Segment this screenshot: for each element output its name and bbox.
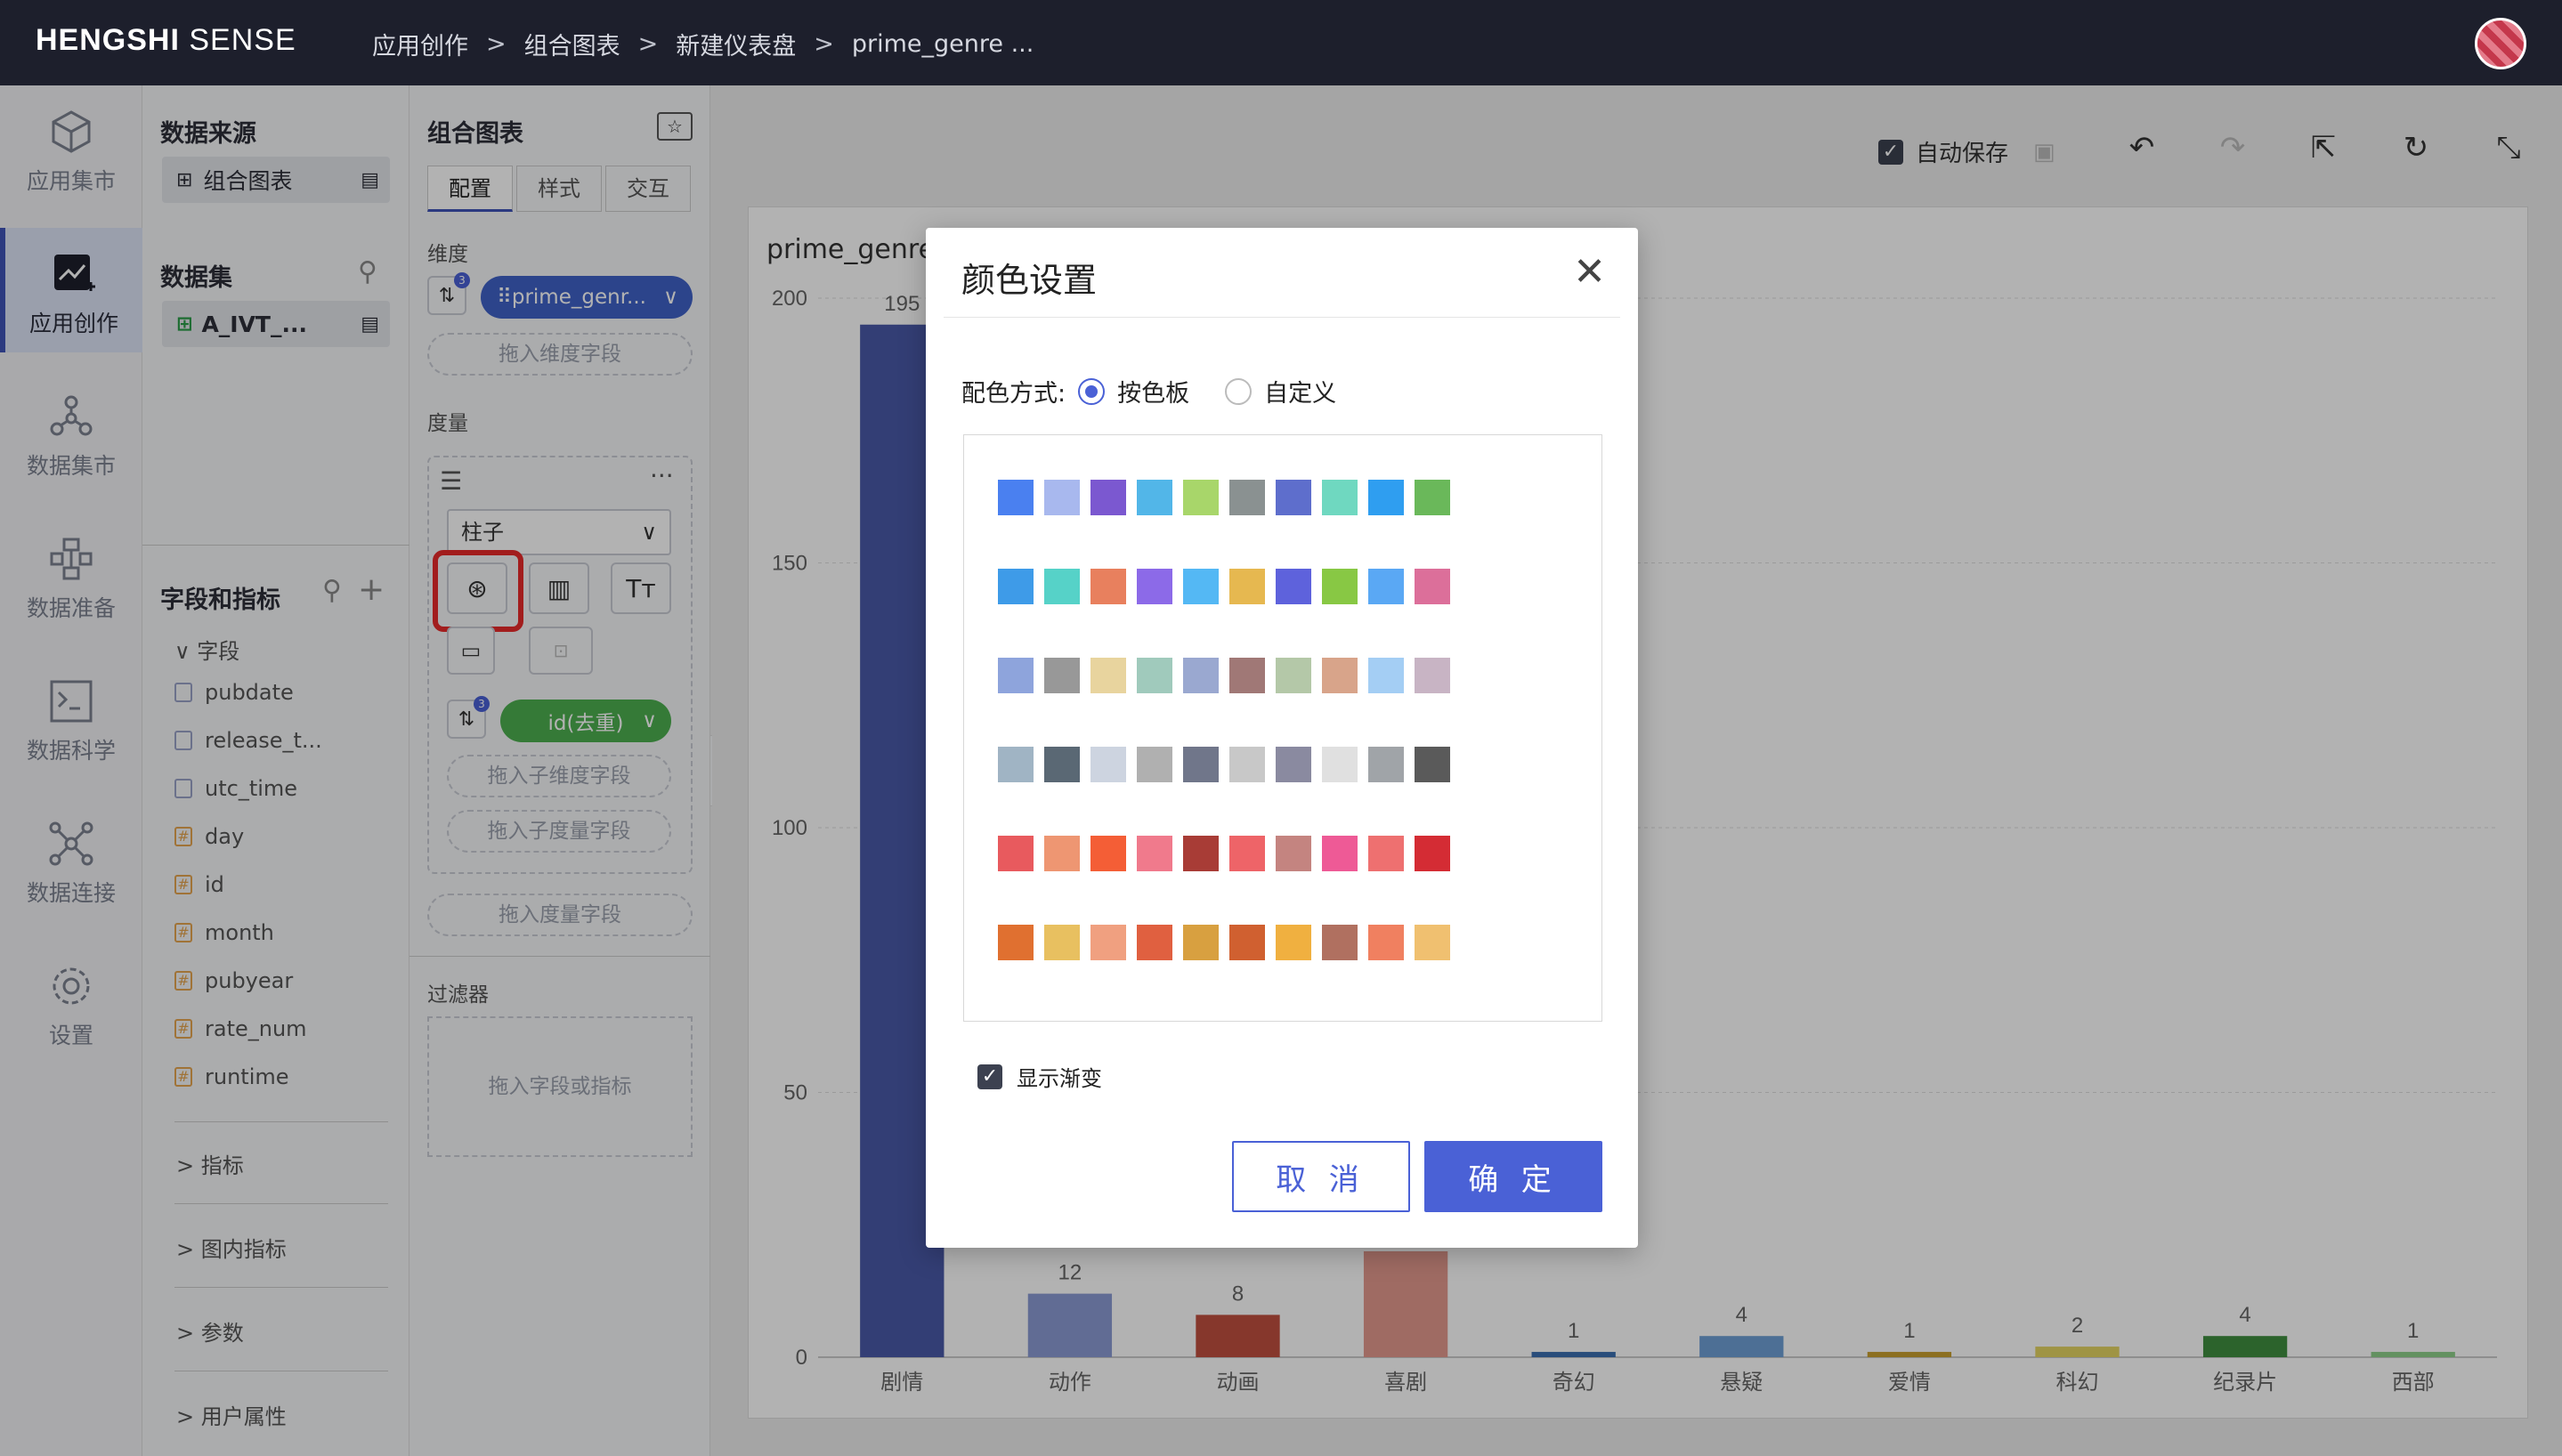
palette-row[interactable] bbox=[998, 480, 1450, 515]
gradient-checkbox-row[interactable]: ✓ 显示渐变 bbox=[977, 1061, 1102, 1092]
color-swatch bbox=[1322, 569, 1358, 604]
color-swatch bbox=[1090, 925, 1126, 960]
color-swatch bbox=[1322, 747, 1358, 782]
color-swatch bbox=[1183, 480, 1219, 515]
color-swatch bbox=[1276, 569, 1311, 604]
radio-custom-label[interactable]: 自定义 bbox=[1264, 374, 1336, 408]
breadcrumb-item: prime_genre ... bbox=[851, 30, 1034, 58]
color-swatch bbox=[1044, 925, 1080, 960]
color-swatch bbox=[1183, 836, 1219, 871]
color-swatch bbox=[998, 569, 1034, 604]
color-mode-label: 配色方式: bbox=[961, 380, 1066, 408]
color-swatch bbox=[1229, 658, 1265, 693]
color-swatch bbox=[1368, 480, 1404, 515]
color-swatch bbox=[1229, 747, 1265, 782]
color-swatch bbox=[998, 480, 1034, 515]
color-swatch bbox=[998, 836, 1034, 871]
color-swatch bbox=[1415, 925, 1450, 960]
color-swatch bbox=[1415, 747, 1450, 782]
color-swatch bbox=[1276, 836, 1311, 871]
color-swatch bbox=[1137, 658, 1172, 693]
color-swatch bbox=[1368, 658, 1404, 693]
divider bbox=[944, 317, 1620, 318]
color-swatch bbox=[1044, 658, 1080, 693]
color-swatch bbox=[998, 925, 1034, 960]
palette-row[interactable] bbox=[998, 658, 1450, 693]
color-swatch bbox=[1044, 569, 1080, 604]
palette-row[interactable] bbox=[998, 836, 1450, 871]
color-mode-row: 配色方式: 按色板 自定义 bbox=[961, 374, 1336, 408]
cancel-button[interactable]: 取 消 bbox=[1232, 1141, 1410, 1212]
color-swatch bbox=[1183, 747, 1219, 782]
color-swatch bbox=[1137, 480, 1172, 515]
color-swatch bbox=[1090, 569, 1126, 604]
color-swatch bbox=[1415, 658, 1450, 693]
dialog-title: 颜色设置 bbox=[961, 261, 1098, 300]
avatar[interactable] bbox=[2475, 18, 2526, 69]
color-swatch bbox=[1322, 480, 1358, 515]
breadcrumb-item[interactable]: 新建仪表盘 bbox=[676, 27, 796, 61]
radio-palette-label[interactable]: 按色板 bbox=[1117, 374, 1189, 408]
color-swatch bbox=[1229, 480, 1265, 515]
color-swatch bbox=[1276, 747, 1311, 782]
color-swatch bbox=[1044, 480, 1080, 515]
color-swatch bbox=[1229, 925, 1265, 960]
color-swatch bbox=[1322, 658, 1358, 693]
color-swatch bbox=[1415, 480, 1450, 515]
breadcrumb: 应用创作 > 组合图表 > 新建仪表盘 > prime_genre ... bbox=[372, 27, 1034, 61]
color-swatch bbox=[998, 747, 1034, 782]
color-swatch bbox=[1090, 836, 1126, 871]
color-swatch bbox=[1044, 747, 1080, 782]
color-swatch bbox=[1322, 925, 1358, 960]
color-settings-dialog: 颜色设置 ✕ 配色方式: 按色板 自定义 ✓ 显示渐变 取 消 确 定 bbox=[926, 228, 1638, 1248]
color-swatch bbox=[1368, 925, 1404, 960]
palette-row[interactable] bbox=[998, 569, 1450, 604]
color-swatch bbox=[1322, 836, 1358, 871]
color-swatch bbox=[1044, 836, 1080, 871]
color-swatch bbox=[1276, 925, 1311, 960]
color-swatch bbox=[1183, 569, 1219, 604]
color-swatch bbox=[1368, 747, 1404, 782]
color-swatch bbox=[1276, 658, 1311, 693]
ok-button[interactable]: 确 定 bbox=[1424, 1141, 1602, 1212]
color-swatch bbox=[1368, 569, 1404, 604]
app-logo[interactable]: HENGSHI SENSE bbox=[36, 23, 296, 58]
color-swatch bbox=[1415, 836, 1450, 871]
palette-row[interactable] bbox=[998, 925, 1450, 960]
color-swatch bbox=[1229, 569, 1265, 604]
breadcrumb-item[interactable]: 组合图表 bbox=[524, 27, 620, 61]
breadcrumb-item[interactable]: 应用创作 bbox=[372, 27, 468, 61]
color-swatch bbox=[1137, 569, 1172, 604]
color-swatch bbox=[1090, 658, 1126, 693]
color-swatch bbox=[1415, 569, 1450, 604]
radio-custom[interactable] bbox=[1225, 377, 1253, 405]
color-swatch bbox=[1090, 480, 1126, 515]
color-swatch bbox=[1229, 836, 1265, 871]
modal-overlay[interactable] bbox=[0, 85, 712, 1456]
top-bar: HENGSHI SENSE 应用创作 > 组合图表 > 新建仪表盘 > prime_g… bbox=[0, 0, 2562, 85]
color-swatch bbox=[998, 658, 1034, 693]
color-swatch bbox=[1368, 836, 1404, 871]
color-swatch bbox=[1137, 836, 1172, 871]
close-icon[interactable]: ✕ bbox=[1573, 253, 1606, 292]
color-swatch bbox=[1183, 925, 1219, 960]
color-swatch bbox=[1090, 747, 1126, 782]
palette-list[interactable] bbox=[963, 434, 1602, 1022]
checkbox-checked-icon[interactable]: ✓ bbox=[977, 1064, 1002, 1089]
color-swatch bbox=[1276, 480, 1311, 515]
palette-row[interactable] bbox=[998, 747, 1450, 782]
color-swatch bbox=[1183, 658, 1219, 693]
color-swatch bbox=[1137, 747, 1172, 782]
gradient-label: 显示渐变 bbox=[1017, 1066, 1102, 1091]
color-swatch bbox=[1137, 925, 1172, 960]
radio-palette[interactable] bbox=[1078, 377, 1106, 405]
